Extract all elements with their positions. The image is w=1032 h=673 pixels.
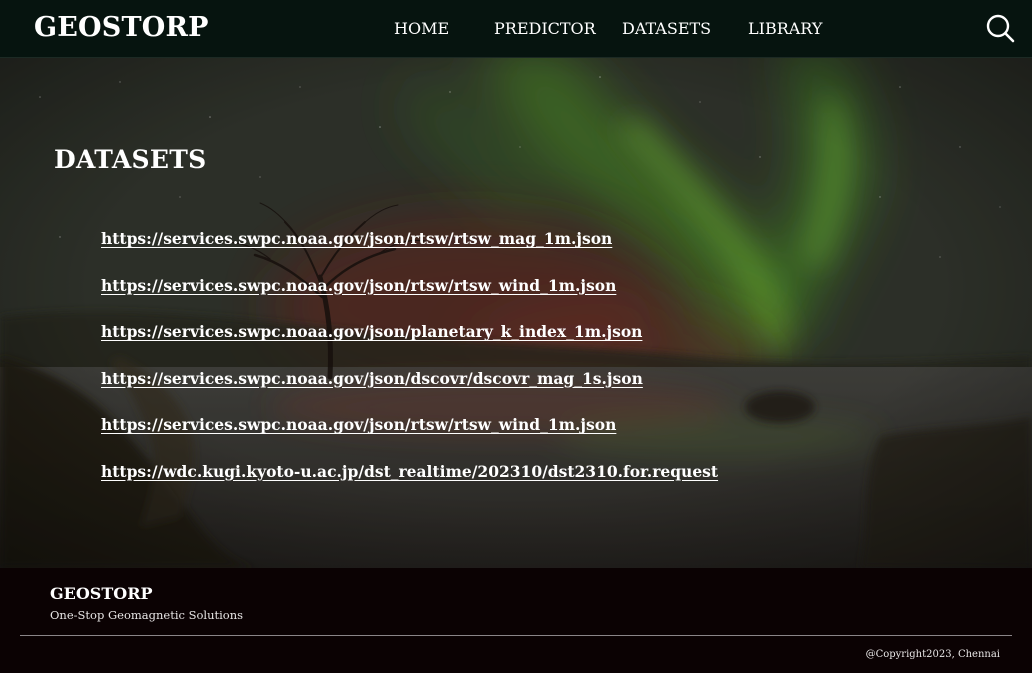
nav-link-datasets[interactable]: DATASETS — [622, 18, 711, 40]
list-item: https://wdc.kugi.kyoto-u.ac.jp/dst_realt… — [101, 460, 718, 507]
search-icon — [986, 14, 1015, 43]
list-item: https://services.swpc.noaa.gov/json/plan… — [101, 320, 718, 367]
dataset-link-rtsw-wind[interactable]: https://services.swpc.noaa.gov/json/rtsw… — [101, 276, 616, 295]
search-button[interactable] — [984, 12, 1016, 44]
dataset-link-list: https://services.swpc.noaa.gov/json/rtsw… — [101, 227, 718, 506]
dataset-link-kyoto-dst[interactable]: https://wdc.kugi.kyoto-u.ac.jp/dst_realt… — [101, 462, 718, 481]
footer-divider — [20, 635, 1012, 636]
dataset-link-rtsw-mag[interactable]: https://services.swpc.noaa.gov/json/rtsw… — [101, 229, 612, 248]
footer-brand: GEOSTORP — [50, 584, 153, 603]
top-navbar: GEOSTORP HOME PREDICTOR DATASETS LIBRARY — [0, 0, 1032, 58]
footer-tagline: One-Stop Geomagnetic Solutions — [50, 608, 244, 622]
list-item: https://services.swpc.noaa.gov/json/rtsw… — [101, 227, 718, 274]
page: GEOSTORP HOME PREDICTOR DATASETS LIBRARY — [0, 0, 1032, 673]
copyright-text: @Copyright2023, Chennai — [865, 649, 1000, 660]
datasets-section: DATASETS https://services.swpc.noaa.gov/… — [0, 57, 1032, 568]
nav-link-library[interactable]: LIBRARY — [748, 18, 822, 40]
list-item: https://services.swpc.noaa.gov/json/dsco… — [101, 367, 718, 414]
page-title: DATASETS — [54, 144, 207, 174]
site-footer: GEOSTORP One-Stop Geomagnetic Solutions … — [0, 568, 1032, 673]
dataset-link-dscovr-mag[interactable]: https://services.swpc.noaa.gov/json/dsco… — [101, 369, 643, 388]
dataset-link-rtsw-wind-2[interactable]: https://services.swpc.noaa.gov/json/rtsw… — [101, 415, 616, 434]
list-item: https://services.swpc.noaa.gov/json/rtsw… — [101, 274, 718, 321]
brand-logo[interactable]: GEOSTORP — [34, 10, 209, 46]
nav-link-predictor[interactable]: PREDICTOR — [494, 18, 596, 40]
nav-link-home[interactable]: HOME — [394, 18, 449, 40]
list-item: https://services.swpc.noaa.gov/json/rtsw… — [101, 413, 718, 460]
dataset-link-planetary-k-index[interactable]: https://services.swpc.noaa.gov/json/plan… — [101, 322, 642, 341]
